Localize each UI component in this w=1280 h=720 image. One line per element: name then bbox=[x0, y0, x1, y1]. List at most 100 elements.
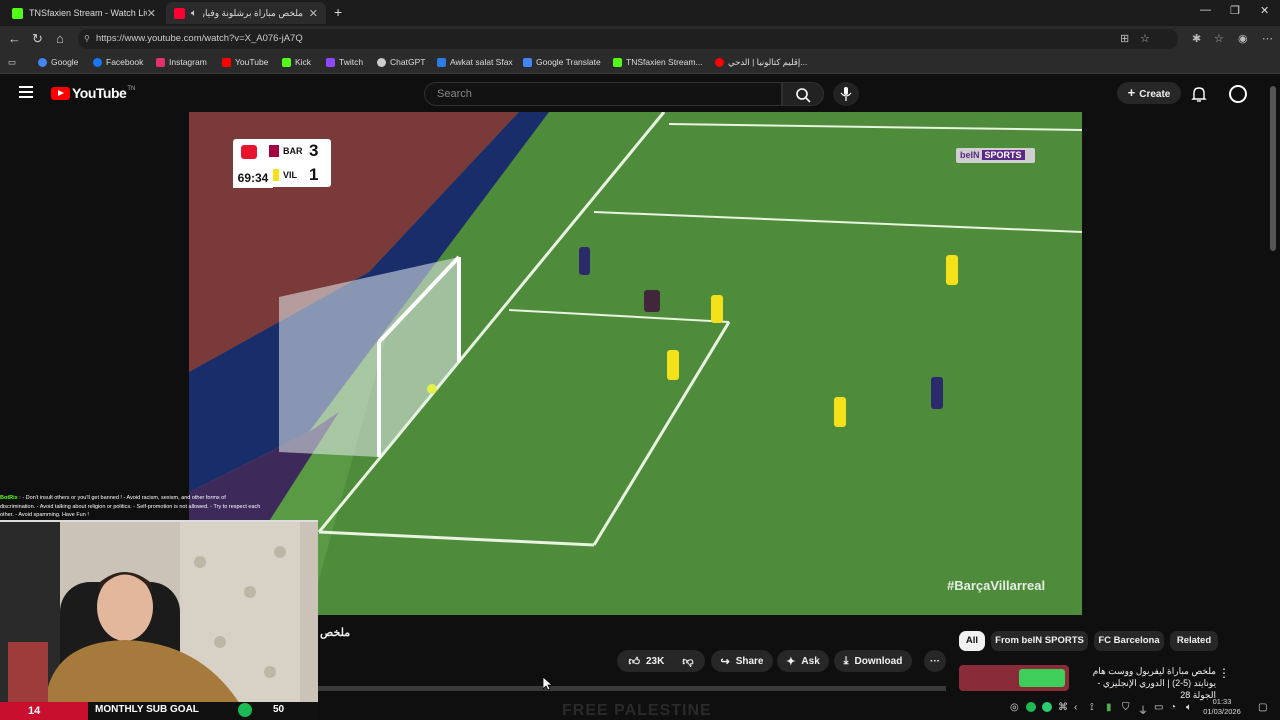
search-button[interactable] bbox=[782, 82, 824, 106]
network-icon[interactable]: ⟟ bbox=[1090, 702, 1094, 713]
address-bar-row: ← ↻ ⌂ ⚲ https://www.youtube.com/watch?v=… bbox=[0, 26, 1280, 52]
recommended-more-icon[interactable]: ⋮ bbox=[1218, 666, 1230, 680]
search-input[interactable]: Search bbox=[424, 82, 782, 106]
youtube-logo[interactable]: YouTube TN bbox=[51, 85, 135, 101]
bookmark-catalonia[interactable]: إقليم كتالونيا | الدحي... bbox=[715, 57, 807, 68]
favorites-icon[interactable]: ☆ bbox=[1214, 32, 1224, 45]
google-icon bbox=[38, 57, 47, 67]
match-clock: 69:34 bbox=[233, 168, 273, 188]
thumbs-down-icon[interactable]: 👎︎ bbox=[682, 655, 693, 668]
bluetooth-icon[interactable]: ⌘ bbox=[1058, 702, 1068, 713]
recommended-thumbnail[interactable] bbox=[959, 665, 1069, 691]
tab-tnsfaxien-stream[interactable]: TNSfaxien Stream - Watch Live on ✕ bbox=[4, 2, 164, 24]
chip-fc-barcelona[interactable]: FC Barcelona bbox=[1094, 631, 1164, 651]
display-icon[interactable]: ▭ bbox=[1154, 702, 1163, 713]
site-info-icon[interactable]: ⚲ bbox=[84, 29, 90, 49]
bookmark-awkat-salat[interactable]: Awkat salat Sfax bbox=[437, 57, 513, 67]
chip-all[interactable]: All bbox=[959, 631, 985, 651]
account-avatar[interactable] bbox=[1229, 85, 1247, 103]
bookmark-kick[interactable]: Kick bbox=[282, 57, 311, 67]
bookmarks-toggle-icon[interactable]: ▭ bbox=[8, 57, 16, 68]
notification-center-icon[interactable]: ▢ bbox=[1258, 702, 1267, 713]
volume-icon[interactable]: 🔈︎ bbox=[1186, 702, 1192, 713]
home-team-code: BAR bbox=[283, 146, 303, 156]
url-text: https://www.youtube.com/watch?v=X_A076-j… bbox=[96, 33, 303, 44]
youtube-header: YouTube TN Search + Create bbox=[0, 74, 1280, 112]
bookmark-label: Google bbox=[51, 57, 79, 67]
bein-wordmark: beIN bbox=[960, 150, 980, 160]
logo-wordmark: YouTube bbox=[72, 85, 127, 101]
goal-current-count: 14 bbox=[0, 702, 88, 720]
restore-icon[interactable]: ❐ bbox=[1230, 4, 1240, 17]
chat-bot-text: : - Don't insult others or you'll get ba… bbox=[0, 495, 261, 518]
shield-icon[interactable]: ⛉ bbox=[1122, 702, 1130, 713]
away-score: 1 bbox=[309, 165, 319, 184]
page-scrollbar[interactable] bbox=[1270, 86, 1276, 251]
tab-youtube-video[interactable]: 🔈︎ ملخص مباراة برشلونة وفياريال ✕ bbox=[166, 2, 326, 24]
ask-button[interactable]: ✦ Ask bbox=[777, 650, 829, 672]
notifications-button[interactable] bbox=[1190, 85, 1208, 108]
video-player[interactable]: BAR 3 VIL 1 69:34 beIN SPORTS #BarçaVilla… bbox=[189, 112, 1082, 615]
chevron-icon[interactable]: ‹ bbox=[1074, 702, 1077, 713]
url-field[interactable]: ⚲ https://www.youtube.com/watch?v=X_A076… bbox=[78, 29, 1178, 49]
close-window-icon[interactable]: ✕ bbox=[1260, 4, 1269, 17]
reload-icon[interactable]: ↻ bbox=[32, 31, 43, 47]
chip-related[interactable]: Related bbox=[1170, 631, 1218, 651]
video-progress-bar[interactable] bbox=[318, 686, 946, 691]
mouse-cursor-icon bbox=[543, 677, 553, 691]
clock-date: 01/03/2026 bbox=[1203, 707, 1241, 716]
chat-bot-name: BotRix bbox=[0, 495, 18, 501]
bookmark-facebook[interactable]: Facebook bbox=[93, 57, 143, 67]
youtube-icon bbox=[715, 58, 724, 67]
bookmark-label: TNSfaxien Stream... bbox=[626, 57, 703, 67]
away-team-code: VIL bbox=[283, 170, 298, 180]
youtube-icon bbox=[222, 57, 231, 67]
share-button[interactable]: ↪ Share bbox=[711, 650, 773, 672]
more-icon: ··· bbox=[930, 655, 940, 667]
home-icon[interactable]: ⌂ bbox=[56, 31, 64, 46]
profile-icon[interactable]: ◉ bbox=[1238, 32, 1248, 45]
more-actions-button[interactable]: ··· bbox=[924, 650, 946, 672]
usb-icon[interactable]: ⏚ bbox=[1138, 702, 1148, 717]
app-available-icon[interactable]: ⊞ bbox=[1120, 32, 1129, 45]
browser-menu-icon[interactable]: ⋯ bbox=[1262, 32, 1273, 45]
bookmark-instagram[interactable]: Instagram bbox=[156, 57, 207, 67]
download-label: Download bbox=[854, 655, 903, 667]
tray-green-icon[interactable]: ▮ bbox=[1106, 702, 1112, 713]
youtube-play-icon bbox=[51, 86, 70, 100]
taskbar-clock[interactable]: 01:33 01/03/2026 bbox=[1200, 697, 1244, 717]
bookmark-chatgpt[interactable]: ChatGPT bbox=[377, 57, 425, 67]
thumbs-up-icon[interactable]: 👍︎ bbox=[628, 655, 640, 668]
bookmark-label: إقليم كتالونيا | الدحي... bbox=[728, 57, 808, 67]
extensions-icon[interactable]: ✱ bbox=[1192, 32, 1201, 45]
bookmark-tnsfaxien[interactable]: TNSfaxien Stream... bbox=[613, 57, 703, 67]
chip-from-bein-sports[interactable]: From beIN SPORTS bbox=[991, 631, 1088, 651]
voice-search-button[interactable] bbox=[833, 82, 859, 106]
home-score: 3 bbox=[309, 141, 319, 160]
like-count[interactable]: 23K bbox=[646, 656, 664, 667]
spotify-tray-icon[interactable] bbox=[1026, 702, 1036, 712]
speaker-icon[interactable]: 🔈︎ bbox=[191, 8, 197, 19]
bookmark-youtube[interactable]: YouTube bbox=[222, 57, 268, 67]
bookmark-google-translate[interactable]: Google Translate bbox=[523, 57, 601, 67]
create-button[interactable]: + Create bbox=[1117, 82, 1181, 104]
bookmarks-bar: ▭ Google Facebook Instagram YouTube Kick… bbox=[0, 52, 1280, 74]
bookmark-twitch[interactable]: Twitch bbox=[326, 57, 363, 67]
whatsapp-tray-icon[interactable] bbox=[1042, 702, 1052, 712]
bookmark-google[interactable]: Google bbox=[38, 57, 78, 67]
sparkle-icon: ✦ bbox=[786, 655, 796, 668]
bookmark-label: Kick bbox=[295, 57, 312, 67]
hamburger-menu-icon[interactable] bbox=[19, 86, 33, 98]
minimize-icon[interactable]: — bbox=[1200, 4, 1211, 16]
download-button[interactable]: ⤓ Download bbox=[834, 650, 912, 672]
close-tab-icon[interactable]: ✕ bbox=[309, 7, 318, 20]
favorite-star-icon[interactable]: ☆ bbox=[1140, 32, 1150, 45]
back-icon[interactable]: ← bbox=[8, 31, 21, 46]
close-tab-icon[interactable]: ✕ bbox=[147, 7, 156, 20]
youtube-icon bbox=[174, 7, 185, 19]
tray-app-icon[interactable]: ◎ bbox=[1010, 702, 1019, 713]
wifi-icon[interactable]: ◔ bbox=[1170, 702, 1176, 713]
recommended-title[interactable]: ملخص مباراة ليفربول ووست هام يونايتد (5-… bbox=[1076, 665, 1216, 701]
new-tab-button[interactable]: + bbox=[334, 4, 342, 20]
plus-icon: + bbox=[1127, 85, 1136, 100]
